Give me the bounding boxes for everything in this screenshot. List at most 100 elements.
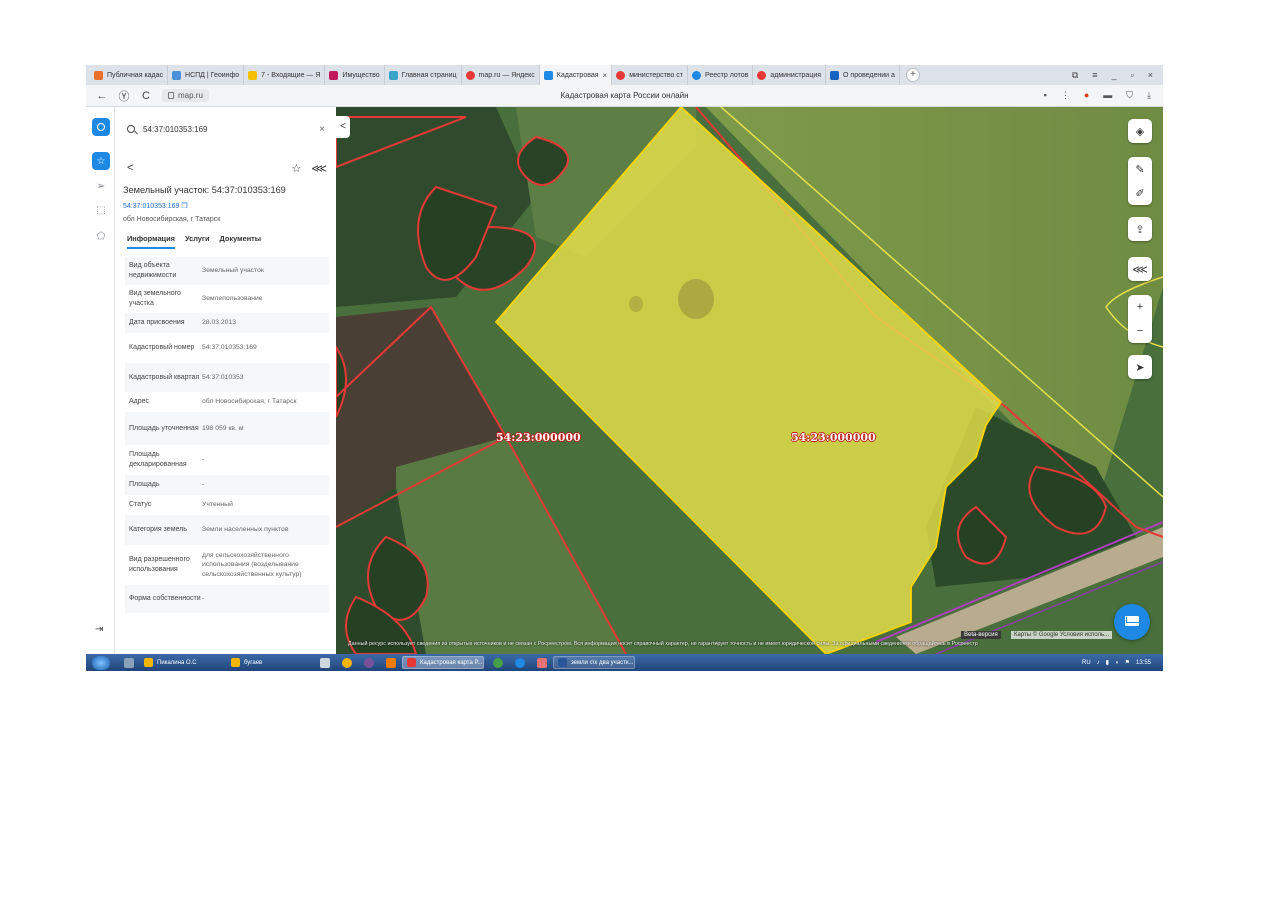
new-tab-button[interactable]: + bbox=[905, 68, 920, 82]
tab-documents[interactable]: Документы bbox=[220, 234, 262, 249]
copy-icon[interactable]: ❐ bbox=[181, 203, 187, 210]
tray-icon[interactable]: ♪ bbox=[1097, 660, 1100, 666]
windows-taskbar: Пикалина О.С бугаев Кадастровая карта Р.… bbox=[86, 654, 1163, 671]
restore-button[interactable]: ▫ bbox=[1131, 70, 1134, 81]
locate-icon: ➤ bbox=[1135, 361, 1145, 374]
tab-services[interactable]: Услуги bbox=[185, 234, 210, 249]
tab-information[interactable]: Информация bbox=[127, 234, 175, 249]
app-logo-icon[interactable] bbox=[92, 118, 110, 136]
table-row: Адрес обл Новосибирская, г Татарск bbox=[129, 398, 297, 406]
language-indicator[interactable]: RU bbox=[1082, 660, 1091, 666]
yandex-icon[interactable]: Ⓨ bbox=[118, 88, 130, 104]
taskbar-item[interactable]: бугаев bbox=[227, 656, 311, 669]
browser-tab[interactable]: министерство ст bbox=[612, 65, 689, 85]
parcel-number-label: 54:23:000000 bbox=[791, 431, 876, 444]
search-icon bbox=[127, 125, 135, 133]
minimize-button[interactable]: _ bbox=[1112, 70, 1117, 81]
back-button[interactable]: < bbox=[127, 162, 133, 174]
favicon-icon bbox=[692, 70, 702, 80]
disclaimer-text: Данный ресурс использует сведения из отк… bbox=[348, 641, 978, 647]
extension-icon[interactable]: ● bbox=[1084, 90, 1089, 101]
close-tab-icon[interactable]: × bbox=[603, 71, 608, 80]
url-field[interactable]: map.ru bbox=[162, 89, 209, 102]
page-title: Кадастровая карта России онлайн bbox=[560, 91, 689, 100]
select-area-icon[interactable]: ⬚ bbox=[92, 201, 110, 219]
map-view[interactable]: < 54:23:000000 54:23:000000 ◈ ✎ ✐ ⇪ ⋘ + … bbox=[336, 107, 1163, 654]
clear-search-icon[interactable]: × bbox=[319, 124, 325, 135]
word-icon bbox=[558, 658, 567, 667]
taskbar-item[interactable]: земли с\х два участк... bbox=[553, 656, 635, 669]
panel-header: < ☆ ⋘ bbox=[127, 160, 327, 176]
polygon-icon[interactable]: ⬠ bbox=[92, 227, 110, 245]
browser-tab[interactable]: О проведении а bbox=[826, 65, 900, 85]
taskbar-item[interactable]: Пикалина О.С bbox=[140, 656, 224, 669]
table-row: Категория земель Земли населенных пунктов bbox=[125, 515, 329, 545]
folder-icon bbox=[231, 658, 240, 667]
browser-tab[interactable]: 7 - Входящие — Я bbox=[244, 65, 326, 85]
menu-icon[interactable]: ≡ bbox=[1092, 70, 1097, 81]
share-icon: ⋘ bbox=[1132, 263, 1148, 276]
app-icon[interactable] bbox=[320, 657, 330, 668]
object-number-link[interactable]: 54:37:010353:169 ❐ bbox=[123, 202, 188, 210]
share-icon[interactable]: ⋘ bbox=[311, 162, 327, 175]
back-icon[interactable]: ← bbox=[96, 90, 108, 102]
browser-tab-active[interactable]: Кадастровая × bbox=[539, 65, 613, 85]
volume-icon[interactable]: ◖ bbox=[1115, 660, 1119, 666]
browser-tab[interactable]: Имущество bbox=[325, 65, 385, 85]
zoom-in-button[interactable]: + bbox=[1137, 301, 1143, 313]
bookmark-icon[interactable]: ▪ bbox=[1044, 90, 1047, 101]
clock[interactable]: 13:55 bbox=[1136, 660, 1151, 666]
viber-icon[interactable] bbox=[364, 657, 374, 668]
info-table: Вид объекта недвижимости Земельный участо… bbox=[125, 257, 329, 613]
download-icon[interactable]: ⤓ bbox=[1147, 90, 1151, 101]
pencil-icon[interactable]: ✎ bbox=[1135, 163, 1144, 176]
browser-tab[interactable]: администрация bbox=[753, 65, 827, 85]
screenshot: Публичная кадас НСПД | Геоинфо 7 - Входя… bbox=[86, 65, 1163, 671]
favorites-icon[interactable]: ☆ bbox=[92, 152, 110, 170]
extension-icon[interactable]: ▬ bbox=[1103, 90, 1112, 101]
navigate-icon[interactable]: ➢ bbox=[92, 177, 110, 195]
favicon-icon bbox=[757, 70, 767, 80]
close-window-button[interactable]: × bbox=[1148, 70, 1153, 81]
calculator-icon[interactable] bbox=[537, 657, 547, 668]
tab-list-icon[interactable]: ⧉ bbox=[1072, 70, 1078, 81]
network-icon[interactable]: ▮ bbox=[1106, 659, 1109, 666]
player-icon[interactable] bbox=[386, 657, 396, 668]
favicon-icon bbox=[94, 70, 103, 80]
protect-icon[interactable]: ⛉ bbox=[1126, 90, 1133, 101]
mail-chat-button[interactable] bbox=[1114, 604, 1150, 640]
parcel-number-label: 54:23:000000 bbox=[496, 431, 581, 444]
browser-tab[interactable]: Реестр лотов bbox=[688, 65, 754, 85]
chrome-icon[interactable] bbox=[342, 657, 352, 668]
search-input[interactable]: 54:37:010353:169 × bbox=[121, 117, 331, 141]
beta-badge: Beta-версия bbox=[961, 631, 1001, 639]
browser-tab[interactable]: Публичная кадас bbox=[90, 65, 169, 85]
layers-button[interactable]: ◈ bbox=[1128, 119, 1152, 143]
map-share-button[interactable]: ⋘ bbox=[1128, 257, 1152, 281]
map-attribution[interactable]: Карты © Google Условия исполь... bbox=[1011, 631, 1113, 639]
reload-icon[interactable]: C bbox=[140, 90, 152, 102]
logout-icon[interactable]: ⇥ bbox=[95, 624, 103, 635]
edit-icon[interactable]: ✐ bbox=[1135, 187, 1144, 200]
favicon-icon bbox=[248, 70, 258, 80]
app-icon[interactable] bbox=[124, 657, 134, 668]
browser-tab[interactable]: Главная страниц bbox=[385, 65, 462, 85]
zoom-out-button[interactable]: − bbox=[1137, 325, 1143, 337]
favicon-icon bbox=[329, 70, 339, 80]
layers-icon: ◈ bbox=[1135, 125, 1145, 138]
favicon-icon bbox=[172, 70, 182, 80]
collapse-panel-button[interactable]: < bbox=[336, 116, 350, 138]
browser-tab[interactable]: НСПД | Геоинфо bbox=[168, 65, 245, 85]
lock-icon bbox=[168, 92, 174, 99]
star-icon[interactable]: ☆ bbox=[291, 162, 301, 175]
mail-icon[interactable] bbox=[515, 657, 525, 668]
more-icon[interactable]: ⋮ bbox=[1061, 90, 1070, 101]
upload-button[interactable]: ⇪ bbox=[1128, 217, 1152, 241]
flag-icon[interactable]: ⚑ bbox=[1125, 659, 1130, 666]
browser-tab[interactable]: map.ru — Яндекс bbox=[462, 65, 540, 85]
whatsapp-icon[interactable] bbox=[493, 657, 503, 668]
taskbar-item-active[interactable]: Кадастровая карта Р... bbox=[402, 656, 484, 669]
table-row: Кадастровый квартал 54:37:010353 bbox=[125, 363, 329, 392]
locate-button[interactable]: ➤ bbox=[1128, 355, 1152, 379]
start-button[interactable] bbox=[92, 655, 110, 670]
